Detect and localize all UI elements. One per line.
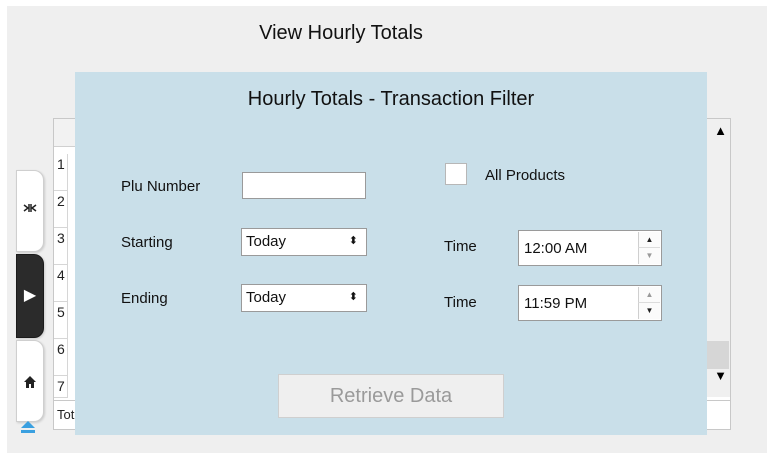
row-number: 5 — [54, 302, 68, 339]
ending-select[interactable]: Today ⬍ — [241, 284, 367, 312]
eject-icon[interactable] — [19, 420, 37, 434]
row-number: 1 — [54, 154, 68, 191]
starting-select-value: Today — [246, 233, 287, 250]
select-arrows-icon: ⬍ — [348, 291, 358, 303]
time-down-icon[interactable]: ▼ — [638, 303, 660, 319]
side-nav: ▶ — [16, 170, 44, 432]
scroll-down-icon[interactable]: ▼ — [714, 368, 727, 383]
home-button[interactable] — [16, 340, 44, 422]
select-arrows-icon: ⬍ — [348, 235, 358, 247]
collapse-nav-button[interactable] — [16, 170, 44, 252]
dialog-title: Hourly Totals - Transaction Filter — [247, 88, 535, 110]
starting-select[interactable]: Today ⬍ — [241, 228, 367, 256]
time-up-icon[interactable]: ▲ — [638, 287, 660, 303]
all-products-checkbox[interactable] — [445, 163, 467, 185]
home-icon — [17, 375, 43, 394]
totals-label: Tot — [57, 407, 75, 422]
retrieve-data-button[interactable]: Retrieve Data — [278, 374, 504, 418]
ending-select-value: Today — [246, 289, 287, 306]
scrollbar-thumb[interactable] — [707, 341, 729, 369]
plu-number-label: Plu Number — [121, 178, 201, 195]
time-up-icon[interactable]: ▲ — [638, 232, 660, 248]
ending-label: Ending — [121, 290, 168, 307]
row-number: 7 — [54, 376, 68, 398]
all-products-label: All Products — [485, 167, 566, 184]
vertical-scrollbar[interactable]: ▲ ▼ — [705, 119, 730, 397]
row-number: 6 — [54, 339, 68, 376]
row-number: 3 — [54, 228, 68, 265]
time-down-icon[interactable]: ▼ — [638, 248, 660, 264]
expand-nav-button[interactable]: ▶ — [16, 254, 44, 338]
end-time-value: 11:59 PM — [524, 295, 588, 312]
start-time-label: Time — [444, 238, 477, 255]
expand-right-icon: ▶ — [23, 287, 37, 304]
scroll-up-icon[interactable]: ▲ — [714, 123, 727, 138]
starting-label: Starting — [121, 234, 173, 251]
transaction-filter-dialog: Hourly Totals - Transaction Filter Plu N… — [75, 72, 707, 435]
row-number: 4 — [54, 265, 68, 302]
start-time-value: 12:00 AM — [524, 240, 588, 257]
end-time-input[interactable]: 11:59 PM ▲ ▼ — [518, 285, 662, 321]
plu-number-input[interactable] — [242, 172, 366, 199]
row-number: 2 — [54, 191, 68, 228]
start-time-input[interactable]: 12:00 AM ▲ ▼ — [518, 230, 662, 266]
page-title: View Hourly Totals — [259, 22, 423, 44]
collapse-icon — [17, 201, 43, 220]
end-time-label: Time — [444, 294, 477, 311]
